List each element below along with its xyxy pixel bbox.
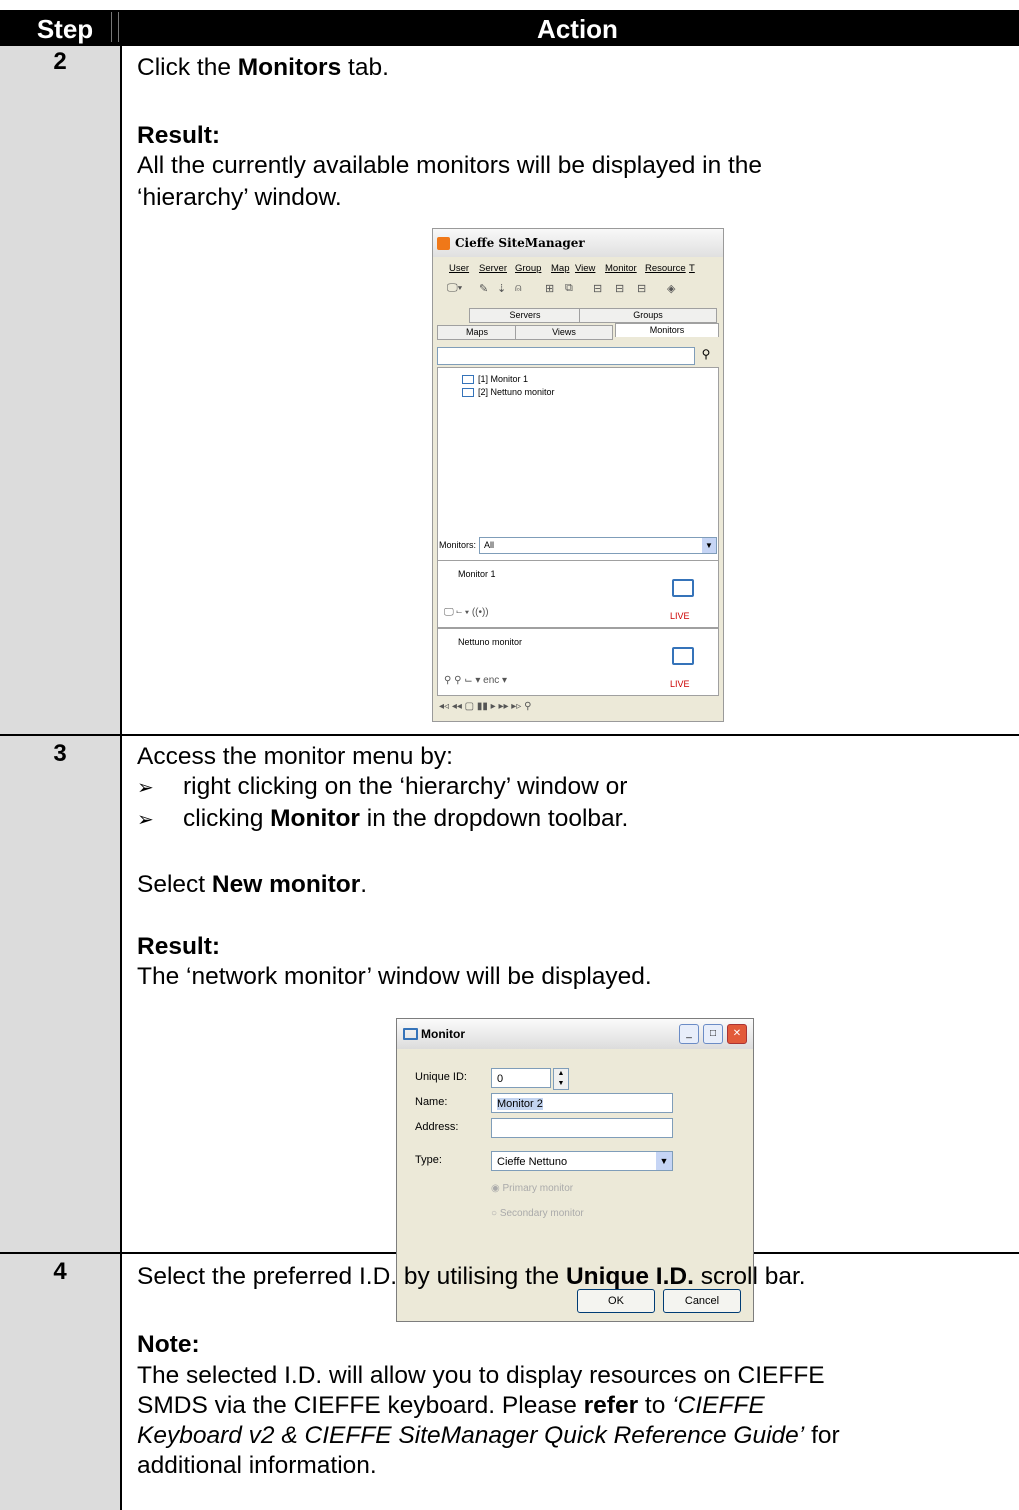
bullet-item: ➢ right clicking on the ‘hierarchy’ windo… — [137, 772, 627, 803]
app-logo-icon — [437, 237, 450, 250]
menu-bar: User Server Group Map View Monitor Resou… — [433, 259, 723, 279]
row-divider — [0, 44, 1019, 46]
grid-icon[interactable]: ⊟ — [593, 282, 602, 295]
name-label: Name: — [415, 1096, 448, 1108]
chevron-down-icon[interactable]: ▼ — [656, 1152, 672, 1170]
grid-icon[interactable]: ⊞ — [545, 282, 554, 295]
note-text: Keyboard v2 & CIEFFE SiteManager Quick R… — [137, 1422, 840, 1449]
menu-more[interactable]: T — [689, 263, 695, 274]
window-titlebar: Cieffe SiteManager — [433, 229, 723, 257]
monitor-icon — [672, 579, 694, 597]
tab-monitors[interactable]: Monitors — [615, 323, 719, 337]
instruction-text: Click the Monitors tab. — [137, 54, 389, 81]
type-select[interactable]: Cieffe Nettuno ▼ — [491, 1151, 673, 1171]
monitor-icon — [403, 1028, 418, 1040]
instruction-text: Select New monitor. — [137, 871, 368, 898]
ok-button[interactable]: OK — [577, 1289, 655, 1313]
grid-icon[interactable]: ⊟ — [615, 282, 624, 295]
monitor-icon — [462, 388, 474, 398]
result-text: All the currently available monitors wil… — [137, 152, 763, 179]
monitors-filter-select[interactable]: All ▼ — [479, 537, 717, 554]
menu-monitor[interactable]: Monitor — [605, 263, 637, 274]
address-input[interactable] — [491, 1118, 673, 1138]
toolbar: 🖵▾ ✎ ⇣ ⍝ ⊞ ⧉ ⊟ ⊟ ⊟ ◈ — [433, 280, 723, 302]
result-text: ‘hierarchy’ window. — [137, 184, 342, 211]
note-text: The selected I.D. will allow you to disp… — [137, 1362, 825, 1389]
unique-id-input[interactable]: 0 — [491, 1068, 551, 1088]
sitemanager-screenshot: Cieffe SiteManager User Server Group Map… — [432, 228, 724, 722]
unique-id-stepper[interactable]: ▲ ▼ — [553, 1068, 569, 1090]
note-text: SMDS via the CIEFFE keyboard. Please ref… — [137, 1392, 765, 1419]
bell-icon[interactable]: ⍝ — [515, 282, 522, 295]
table-header: Step Action — [0, 10, 1019, 44]
header-divider — [111, 12, 112, 42]
note-label: Note: — [137, 1331, 200, 1358]
menu-server[interactable]: Server — [479, 263, 507, 274]
monitor-card[interactable]: Nettuno monitor ⚲ ⚲ ⌙ ▾ enc ▾ LIVE — [437, 628, 719, 696]
bullet-item: ➢ clicking Monitor in the dropdown toolba… — [137, 804, 628, 835]
instruction-text: Select the preferred I.D. by utilising t… — [137, 1263, 806, 1290]
menu-view[interactable]: View — [575, 263, 595, 274]
step-number: 2 — [53, 48, 67, 75]
edit-tool-icon[interactable]: ✎ — [479, 282, 488, 295]
dialog-titlebar: Monitor _ □ ✕ — [397, 1019, 753, 1049]
tool-icon[interactable]: ⇣ — [497, 282, 506, 295]
search-input[interactable] — [437, 347, 695, 365]
tree-item[interactable]: [1] Monitor 1 — [462, 374, 528, 385]
type-label: Type: — [415, 1154, 442, 1166]
unique-id-label: Unique ID: — [415, 1071, 467, 1083]
monitors-filter-label: Monitors: — [439, 540, 477, 550]
result-text: The ‘network monitor’ window will be dis… — [137, 963, 652, 990]
monitor-tool-icon[interactable]: 🖵▾ — [447, 282, 462, 295]
note-text: additional information. — [137, 1452, 377, 1479]
monitor-icon — [672, 647, 694, 665]
result-label: Result: — [137, 933, 221, 960]
monitor-card[interactable]: Monitor 1 🖵 ⌙ ▾ ((•)) LIVE — [437, 560, 719, 628]
cancel-button[interactable]: Cancel — [663, 1289, 741, 1313]
window-title: Cieffe SiteManager — [455, 236, 585, 250]
name-input[interactable]: Monitor 2 — [491, 1093, 673, 1113]
monitor-icon — [462, 375, 474, 385]
arrow-bullet-icon: ➢ — [137, 809, 154, 831]
row-divider — [0, 734, 1019, 736]
status-badge: LIVE — [670, 611, 690, 621]
dialog-title: Monitor — [421, 1027, 465, 1041]
step-number: 3 — [53, 740, 67, 767]
instruction-text: Access the monitor menu by: — [137, 743, 453, 770]
header-action: Action — [537, 14, 618, 44]
grid-icon[interactable]: ⊟ — [637, 282, 646, 295]
menu-group[interactable]: Group — [515, 263, 541, 274]
playback-toolbar[interactable]: ◂◃ ◂◂ ▢ ▮▮ ▸ ▸▸ ▸▹ ⚲ — [433, 697, 723, 719]
step-column — [0, 44, 120, 1510]
tab-servers[interactable]: Servers — [469, 308, 581, 323]
menu-user[interactable]: User — [449, 263, 469, 274]
tab-groups[interactable]: Groups — [579, 308, 717, 323]
primary-monitor-radio[interactable]: ◉ Primary monitor — [491, 1183, 573, 1194]
result-label: Result: — [137, 122, 221, 149]
monitor-name: Monitor 1 — [458, 569, 496, 579]
step-number: 4 — [53, 1258, 67, 1285]
close-icon[interactable]: ✕ — [727, 1024, 747, 1044]
minimize-icon[interactable]: _ — [679, 1024, 699, 1044]
layout-icon[interactable]: ⧉ — [565, 282, 573, 295]
tree-item[interactable]: [2] Nettuno monitor — [462, 387, 555, 398]
tab-views[interactable]: Views — [515, 325, 613, 340]
arrow-bullet-icon: ➢ — [137, 777, 154, 799]
search-icon[interactable]: ⚲ — [697, 347, 715, 365]
tab-maps[interactable]: Maps — [437, 325, 517, 340]
header-divider — [118, 12, 119, 42]
column-divider — [120, 44, 122, 1510]
monitor-controls[interactable]: ⚲ ⚲ ⌙ ▾ enc ▾ — [444, 675, 507, 686]
monitor-name: Nettuno monitor — [458, 637, 523, 647]
address-label: Address: — [415, 1121, 459, 1133]
maximize-icon[interactable]: □ — [703, 1024, 723, 1044]
menu-resource[interactable]: Resource — [645, 263, 686, 274]
chevron-down-icon[interactable]: ▼ — [702, 538, 716, 553]
tag-icon[interactable]: ◈ — [667, 282, 675, 295]
secondary-monitor-radio[interactable]: ○ Secondary monitor — [491, 1208, 584, 1219]
monitor-controls[interactable]: 🖵 ⌙ ▾ ((•)) — [444, 607, 489, 618]
header-step: Step — [36, 14, 94, 44]
menu-map[interactable]: Map — [551, 263, 569, 274]
status-badge: LIVE — [670, 679, 690, 689]
